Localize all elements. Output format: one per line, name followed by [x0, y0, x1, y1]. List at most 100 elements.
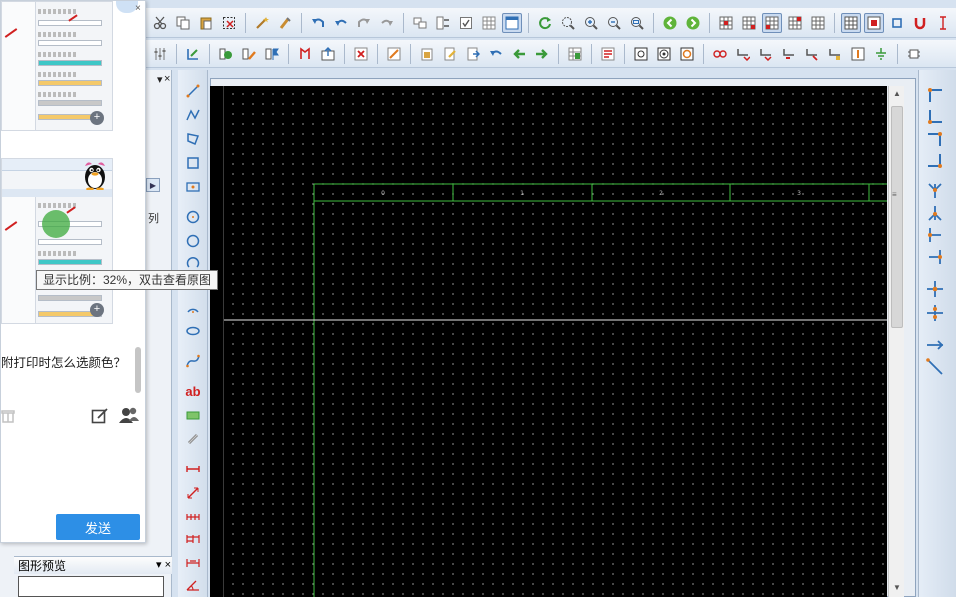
chat-gift-icon[interactable] — [1, 407, 15, 423]
drawing-canvas[interactable]: 0 1 2 3 — [224, 86, 887, 597]
ellipse-icon[interactable] — [184, 322, 202, 340]
branch-c-icon[interactable] — [926, 226, 944, 244]
corner-br-icon[interactable] — [926, 152, 944, 170]
text-ab-icon[interactable]: ab — [184, 382, 202, 400]
zoom-in-icon[interactable] — [581, 13, 601, 33]
route-b-icon[interactable] — [756, 44, 776, 64]
corner-tr-icon[interactable] — [926, 130, 944, 148]
route-a-icon[interactable] — [733, 44, 753, 64]
panel-tab-label[interactable]: 列 — [148, 210, 159, 226]
chip-icon[interactable] — [904, 44, 924, 64]
component-icon[interactable] — [183, 44, 203, 64]
symbol-check-icon[interactable] — [216, 44, 236, 64]
brush-icon[interactable] — [275, 13, 295, 33]
ground-icon[interactable] — [871, 44, 891, 64]
preview-close-icon[interactable]: ▾ × — [156, 558, 171, 571]
contacts-icon[interactable] — [119, 406, 139, 424]
props-icon[interactable] — [598, 44, 618, 64]
snap-cross-icon[interactable] — [864, 12, 884, 33]
corner-bl-icon[interactable] — [926, 108, 944, 126]
wand-icon[interactable] — [252, 13, 272, 33]
circle-icon[interactable] — [184, 208, 202, 226]
undo-icon[interactable] — [308, 13, 328, 33]
scroll-up-icon[interactable]: ▲ — [893, 89, 901, 98]
wire-diag-icon[interactable] — [926, 358, 944, 376]
node-b-icon[interactable] — [654, 44, 674, 64]
select-icon[interactable] — [219, 13, 239, 33]
magnet-icon[interactable] — [910, 13, 930, 33]
pin-icon[interactable] — [295, 44, 315, 64]
dimension-base-icon[interactable] — [184, 530, 202, 548]
route-e-icon[interactable] — [825, 44, 845, 64]
polyline-icon[interactable] — [184, 106, 202, 124]
rectangle-icon[interactable] — [184, 154, 202, 172]
nav-forward-icon[interactable] — [683, 13, 703, 33]
chain-icon[interactable] — [710, 44, 730, 64]
send-button[interactable]: 发送 — [56, 514, 140, 540]
refresh-icon[interactable] — [535, 13, 555, 33]
chat-scrollbar[interactable] — [135, 347, 141, 393]
arc-2-icon[interactable] — [184, 300, 202, 318]
swap-icon[interactable] — [433, 13, 453, 33]
doc-edit-icon[interactable] — [440, 44, 460, 64]
paste-flag-icon[interactable] — [417, 44, 437, 64]
bezier-icon[interactable] — [184, 352, 202, 370]
group-icon[interactable] — [410, 13, 430, 33]
check-icon[interactable] — [456, 13, 476, 33]
edit-icon[interactable] — [91, 407, 109, 425]
zoom-magnifier-icon[interactable]: + — [90, 111, 104, 125]
flag-icon[interactable] — [262, 44, 282, 64]
wire-arrow-icon[interactable] — [926, 336, 944, 354]
dimension-diag-icon[interactable] — [184, 484, 202, 502]
window-icon[interactable] — [502, 12, 522, 33]
dimension-angle-icon[interactable] — [184, 576, 202, 594]
forward-green-icon[interactable] — [532, 44, 552, 64]
panel-pin-icon[interactable]: ▾ — [157, 73, 163, 86]
upload-icon[interactable] — [318, 44, 338, 64]
back-green-icon[interactable] — [509, 44, 529, 64]
crop-icon[interactable] — [887, 13, 907, 33]
table-edit-icon[interactable] — [565, 44, 585, 64]
redo-icon[interactable] — [354, 13, 374, 33]
scroll-down-icon[interactable]: ▼ — [893, 583, 901, 592]
redo-alt-icon[interactable] — [377, 13, 397, 33]
route-c-icon[interactable] — [779, 44, 799, 64]
panel-expand-arrow-icon[interactable]: ▶ — [146, 178, 160, 192]
line-icon[interactable] — [184, 82, 202, 100]
snap-grid-icon[interactable] — [841, 12, 861, 33]
symbol-edit-icon[interactable] — [239, 44, 259, 64]
circle-3pt-icon[interactable] — [184, 232, 202, 250]
grid-d-icon[interactable] — [785, 13, 805, 33]
route-f-icon[interactable] — [848, 44, 868, 64]
node-c-icon[interactable] — [677, 44, 697, 64]
export-icon[interactable] — [463, 44, 483, 64]
undo-alt-icon[interactable] — [331, 13, 351, 33]
grid-a-icon[interactable] — [716, 13, 736, 33]
zoom-out-icon[interactable] — [604, 13, 624, 33]
zoom-fit-icon[interactable] — [627, 13, 647, 33]
branch-b-icon[interactable] — [926, 204, 944, 222]
copy-icon[interactable] — [173, 13, 193, 33]
chain-link-icon[interactable] — [184, 430, 202, 448]
text-cursor-icon[interactable] — [933, 13, 953, 33]
node-a-icon[interactable] — [631, 44, 651, 64]
dimension-chain-icon[interactable] — [184, 508, 202, 526]
dimension-tol-icon[interactable] — [184, 554, 202, 572]
junction-a-icon[interactable] — [926, 280, 944, 298]
chat-close-icon[interactable]: × — [135, 3, 141, 14]
cut-flag-icon[interactable] — [384, 44, 404, 64]
panel-close-icon[interactable]: × — [164, 73, 170, 85]
delete-icon[interactable] — [351, 44, 371, 64]
branch-a-icon[interactable] — [926, 182, 944, 200]
grid-b-icon[interactable] — [739, 13, 759, 33]
grid-e-icon[interactable] — [808, 13, 828, 33]
junction-b-icon[interactable] — [926, 304, 944, 322]
grid-c-icon[interactable] — [762, 12, 782, 33]
dimension-h-icon[interactable] — [184, 460, 202, 478]
zoom-window-icon[interactable] — [558, 13, 578, 33]
paste-icon[interactable] — [196, 13, 216, 33]
branch-d-icon[interactable] — [926, 248, 944, 266]
nav-back-icon[interactable] — [660, 13, 680, 33]
zoom-magnifier-icon[interactable]: + — [90, 303, 104, 317]
corner-tl-icon[interactable] — [926, 86, 944, 104]
